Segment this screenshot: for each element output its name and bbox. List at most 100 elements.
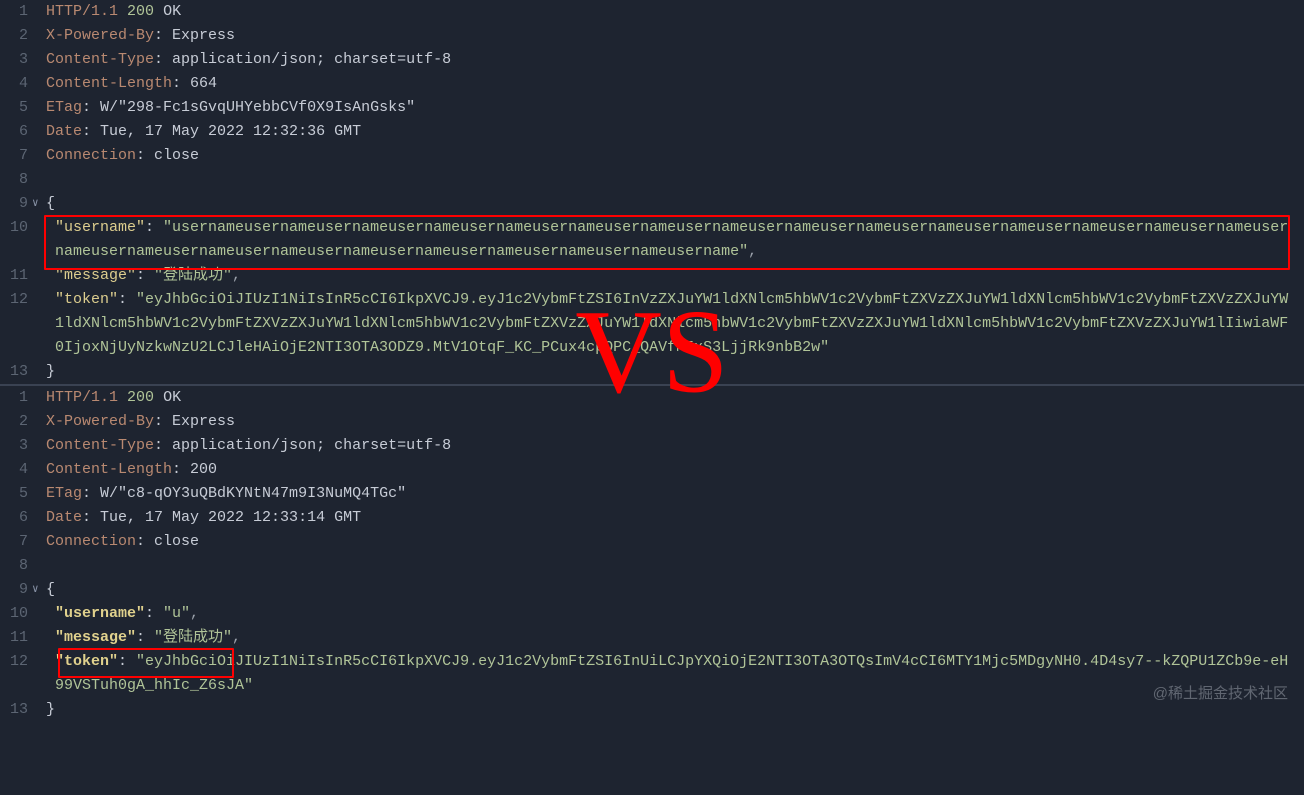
code-content: Content-Length: 664: [46, 72, 1304, 96]
token-colon: :: [172, 75, 190, 92]
token-hdr: Content-Length: [46, 461, 172, 478]
token-punc: {: [46, 195, 55, 212]
line-number: 11: [0, 264, 32, 288]
code-content: "username": "u",: [46, 602, 1304, 626]
code-content: "message": "登陆成功",: [46, 264, 1304, 288]
code-line: 6Date: Tue, 17 May 2022 12:32:36 GMT: [0, 120, 1304, 144]
code-content: Content-Type: application/json; charset=…: [46, 434, 1304, 458]
line-number: 4: [0, 72, 32, 96]
token-colon: :: [154, 27, 172, 44]
token-punc: }: [46, 363, 55, 380]
code-line: 2X-Powered-By: Express: [0, 410, 1304, 434]
code-content: HTTP/1.1 200 OK: [46, 0, 1304, 24]
line-number: 13: [0, 698, 32, 722]
token-hdr: Content-Length: [46, 75, 172, 92]
token-sp: [154, 3, 163, 20]
code-line: 7 Connection: close: [0, 530, 1304, 554]
code-line: 5ETag: W/"298-Fc1sGvqUHYebbCVf0X9IsAnGsk…: [0, 96, 1304, 120]
token-val: OK: [163, 3, 181, 20]
line-number: 6: [0, 506, 32, 530]
code-line: 12"token": "eyJhbGciOiJIUzI1NiIsInR5cCI6…: [0, 650, 1304, 698]
fold-chevron-icon: [32, 386, 46, 388]
token-key: "message": [55, 267, 136, 284]
code-content: "message": "登陆成功",: [46, 626, 1304, 650]
code-content: }: [46, 360, 1304, 384]
fold-chevron-icon: [32, 698, 46, 700]
fold-chevron-icon: [32, 626, 46, 628]
code-content: Date: Tue, 17 May 2022 12:32:36 GMT: [46, 120, 1304, 144]
code-content: HTTP/1.1 200 OK: [46, 386, 1304, 410]
code-content: Content-Type: application/json; charset=…: [46, 48, 1304, 72]
fold-chevron-icon[interactable]: ∨: [32, 578, 46, 600]
fold-chevron-icon: [32, 216, 46, 218]
token-hdr: HTTP/1.1: [46, 389, 118, 406]
token-colon: :: [145, 219, 163, 236]
code-line: 3Content-Type: application/json; charset…: [0, 434, 1304, 458]
line-number: 13: [0, 360, 32, 384]
code-content: }: [46, 698, 1304, 722]
code-line: 11 "message": "登陆成功",: [0, 264, 1304, 288]
token-val: W/"c8-qOY3uQBdKYNtN47m9I3NuMQ4TGc": [100, 485, 406, 502]
token-hdr: HTTP/1.1: [46, 3, 118, 20]
token-val: close: [154, 533, 199, 550]
code-content: "token": "eyJhbGciOiJIUzI1NiIsInR5cCI6Ik…: [46, 288, 1304, 360]
token-val: application/json; charset=utf-8: [172, 51, 451, 68]
code-content: Connection: close: [46, 530, 1304, 554]
token-colon: :: [136, 629, 154, 646]
code-content: {: [46, 192, 1304, 216]
code-line: 9∨{: [0, 578, 1304, 602]
line-number: 7: [0, 530, 32, 554]
fold-chevron-icon: [32, 168, 46, 170]
code-line: 6 Date: Tue, 17 May 2022 12:33:14 GMT: [0, 506, 1304, 530]
line-number: 9: [0, 578, 32, 602]
code-content: Date: Tue, 17 May 2022 12:33:14 GMT: [46, 506, 1304, 530]
code-content: ETag: W/"c8-qOY3uQBdKYNtN47m9I3NuMQ4TGc": [46, 482, 1304, 506]
token-colon: :: [118, 291, 136, 308]
code-line: 1 HTTP/1.1 200 OK: [0, 0, 1304, 24]
fold-chevron-icon: [32, 72, 46, 74]
line-number: 10: [0, 216, 32, 240]
code-line: 9∨{: [0, 192, 1304, 216]
token-hdr: ETag: [46, 99, 82, 116]
line-number: 12: [0, 288, 32, 312]
token-val: 664: [190, 75, 217, 92]
fold-chevron-icon: [32, 506, 46, 508]
token-colon: :: [118, 653, 136, 670]
line-number: 1: [0, 0, 32, 24]
fold-chevron-icon: [32, 144, 46, 146]
token-hdr: Date: [46, 123, 82, 140]
fold-chevron-icon[interactable]: ∨: [32, 192, 46, 214]
token-hdr: Connection: [46, 533, 136, 550]
token-colon: :: [154, 51, 172, 68]
line-number: 11: [0, 626, 32, 650]
code-line: 12 "token": "eyJhbGciOiJIUzI1NiIsInR5cCI6…: [0, 288, 1304, 360]
token-sp: [118, 3, 127, 20]
fold-chevron-icon: [32, 264, 46, 266]
token-hdr: Content-Type: [46, 51, 154, 68]
code-line: 1 HTTP/1.1 200 OK: [0, 386, 1304, 410]
token-hdr: X-Powered-By: [46, 413, 154, 430]
code-line: 13}: [0, 698, 1304, 722]
code-line: 5ETag: W/"c8-qOY3uQBdKYNtN47m9I3NuMQ4TGc…: [0, 482, 1304, 506]
token-str: "登陆成功": [154, 629, 232, 646]
token-val: W/"298-Fc1sGvqUHYebbCVf0X9IsAnGsks": [100, 99, 415, 116]
token-colon: :: [136, 147, 154, 164]
token-sp: [154, 389, 163, 406]
token-key: "message": [55, 629, 136, 646]
token-val: OK: [163, 389, 181, 406]
token-num: 200: [127, 3, 154, 20]
token-punc2: ,: [748, 243, 757, 260]
fold-chevron-icon: [32, 24, 46, 26]
token-key: "username": [55, 219, 145, 236]
code-content: {: [46, 578, 1304, 602]
code-line: 4 Content-Length: 664: [0, 72, 1304, 96]
token-val: application/json; charset=utf-8: [172, 437, 451, 454]
fold-chevron-icon: [32, 360, 46, 362]
fold-chevron-icon: [32, 554, 46, 556]
code-content: "token": "eyJhbGciOiJIUzI1NiIsInR5cCI6Ik…: [46, 650, 1304, 698]
token-str: "usernameusernameusernameusernameusernam…: [55, 219, 1288, 260]
token-str: "登陆成功": [154, 267, 232, 284]
line-number: 2: [0, 24, 32, 48]
line-number: 1: [0, 386, 32, 410]
token-val: Express: [172, 413, 235, 430]
